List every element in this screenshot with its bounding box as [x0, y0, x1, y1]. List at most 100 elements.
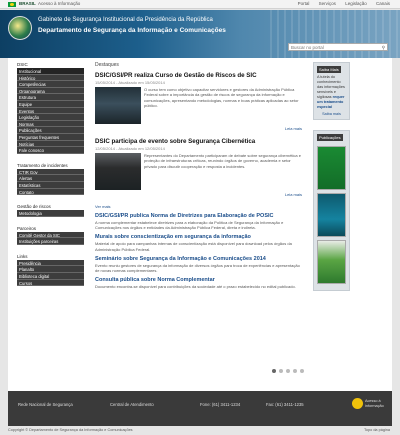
news-item: Consulta pública sobre Norma Complementa… [95, 277, 302, 289]
sidebar-item[interactable]: Metodologia [17, 210, 84, 217]
news-text: Material de apoio para campanhas interna… [95, 241, 292, 252]
sidebar-item[interactable]: Planalto [17, 266, 84, 274]
gov-links: Portal Serviços Legislação Canais [290, 1, 390, 6]
carousel-dot[interactable] [300, 369, 304, 373]
read-more-link[interactable]: Leia mais [95, 192, 302, 197]
search-input[interactable]: Buscar no portal ⚲ [288, 43, 388, 51]
sidebar-item[interactable]: Normas [17, 120, 84, 128]
sidebar-item[interactable]: Competências [17, 81, 84, 88]
footer-fax: Fax: (61) 3411-1235 [266, 402, 304, 407]
info-box-header: Saiba Mais [317, 66, 341, 73]
footer-phone: Fone: (61) 3411-1234 [200, 402, 241, 407]
left-sidebar: DSIC Institucional Histórico Competência… [17, 60, 84, 287]
sidebar-item[interactable]: Perguntas frequentes [17, 133, 84, 141]
access-info-icon[interactable] [352, 398, 363, 409]
sidebar-section-links: Links [17, 253, 28, 259]
back-to-top-link[interactable]: Topo da página [364, 428, 390, 432]
gsi-logo-icon[interactable] [8, 16, 32, 40]
sidebar-item[interactable]: Estatísticas [17, 181, 84, 189]
footer-network-link[interactable]: Rede Nacional de Segurança [18, 402, 73, 407]
featured-photo[interactable] [95, 153, 141, 190]
footer-service-link[interactable]: Central de Atendimento [110, 402, 154, 407]
highlights-heading: Destaques [95, 62, 119, 68]
featured-article: DSIC participa de evento sobre Segurança… [95, 138, 302, 197]
sidebar-section-incidents: Tratamento de incidentes [17, 162, 68, 168]
brazil-flag-icon[interactable] [8, 2, 16, 7]
featured-text: Representantes do Departamento participa… [144, 153, 301, 169]
sidebar-item[interactable]: Notícias [17, 140, 84, 148]
featured-title[interactable]: DSIC/GSI/PR realiza Curso de Gestão de R… [95, 72, 302, 79]
sidebar-item[interactable]: Institucional [17, 68, 84, 75]
news-text: A norma complementar estabelece diretriz… [95, 220, 284, 231]
sidebar-item[interactable]: Biblioteca digital [17, 273, 84, 280]
see-more-link[interactable]: Ver mais [95, 204, 302, 209]
sidebar-item[interactable]: Alertas [17, 175, 84, 182]
featured-article: DSIC/GSI/PR realiza Curso de Gestão de R… [95, 72, 302, 131]
sidebar-item[interactable]: Contato [17, 188, 84, 196]
sidebar-item[interactable]: Equipe [17, 100, 84, 108]
gov-link-services[interactable]: Serviços [319, 1, 336, 6]
bottom-bar: Copyright © Departamento de Segurança da… [0, 427, 400, 435]
featured-date: 15/05/2014 - Atualizado em 15/05/2014 [95, 80, 165, 85]
carousel-dot[interactable] [293, 369, 297, 373]
publications-box: Publicações [313, 130, 350, 291]
carousel-pagination [272, 369, 304, 373]
sidebar-section-risk: Gestão de riscos [17, 204, 51, 210]
gov-link-portal[interactable]: Portal [298, 1, 310, 6]
sidebar-item[interactable]: Organograma [17, 87, 84, 95]
sidebar-section-dsic: DSIC [17, 62, 28, 67]
sidebar-item[interactable]: Fale conosco [17, 147, 84, 154]
featured-photo[interactable] [95, 87, 141, 124]
sidebar-item[interactable]: Estrutura [17, 94, 84, 101]
read-more-link[interactable]: Leia mais [95, 126, 302, 131]
site-footer: Rede Nacional de Segurança Central de At… [8, 391, 392, 426]
copyright-text: Copyright © Departamento de Segurança da… [8, 428, 133, 432]
info-box-text: A tutela do conhecimento das informações… [317, 75, 346, 110]
news-text: Evento reuniu gestores de segurança da i… [95, 262, 300, 274]
news-title[interactable]: Seminário sobre Segurança da Informação … [95, 256, 302, 262]
government-bar: BRASIL Acesso à Informação Portal Serviç… [0, 0, 400, 9]
search-icon[interactable]: ⚲ [382, 45, 385, 51]
news-title[interactable]: Consulta pública sobre Norma Complementa… [95, 277, 302, 283]
main-content: Destaques DSIC/GSI/PR realiza Curso de G… [95, 62, 302, 289]
access-info-line1: Acesso à [365, 399, 381, 403]
carousel-dot[interactable] [286, 369, 290, 373]
info-box-link[interactable]: Saiba mais [317, 112, 346, 116]
sidebar-item[interactable]: Histórico [17, 74, 84, 82]
search-placeholder: Buscar no portal [291, 45, 324, 50]
sidebar-item[interactable]: CTIR Gov [17, 168, 84, 176]
header-title-line2: Departamento de Segurança da Informação … [38, 27, 226, 34]
publication-cover[interactable] [317, 146, 346, 190]
news-title[interactable]: DSIC/GSI/PR publica Norma de Diretrizes … [95, 213, 302, 219]
sidebar-section-partners: Parceiros [17, 225, 37, 231]
sidebar-item[interactable]: Eventos [17, 107, 84, 115]
sidebar-item[interactable]: Comitê Gestor da SIC [17, 231, 84, 239]
featured-title[interactable]: DSIC participa de evento sobre Segurança… [95, 138, 302, 145]
sidebar-item[interactable]: Publicações [17, 127, 84, 134]
brasil-link[interactable]: BRASIL [19, 1, 36, 6]
news-item: Murais sobre conscientização em seguranç… [95, 234, 302, 251]
news-text: Documento encontra-se disponível para co… [95, 284, 296, 290]
gov-link-channels[interactable]: Canais [376, 1, 390, 6]
access-info-link[interactable]: Acesso à Informação [38, 1, 80, 6]
publication-cover[interactable] [317, 240, 346, 284]
access-info-label[interactable]: Acesso à informação [365, 399, 384, 408]
gov-link-legislation[interactable]: Legislação [345, 1, 367, 6]
sidebar-item[interactable]: Cursos [17, 279, 84, 287]
news-item: DSIC/GSI/PR publica Norma de Diretrizes … [95, 213, 302, 230]
carousel-dot[interactable] [279, 369, 283, 373]
publications-header: Publicações [317, 134, 343, 141]
header-title-line1: Gabinete de Segurança Institucional da P… [38, 17, 213, 23]
access-info-line2: informação [365, 403, 384, 408]
info-box: Saiba Mais A tutela do conhecimento das … [313, 62, 350, 120]
carousel-dot[interactable] [272, 369, 276, 373]
sidebar-item[interactable]: Instituições parceiras [17, 238, 84, 245]
featured-text: O curso tem como objetivo capacitar serv… [144, 87, 299, 108]
news-title[interactable]: Murais sobre conscientização em seguranç… [95, 234, 302, 240]
featured-date: 12/05/2014 - Atualizado em 12/05/2014 [95, 146, 165, 151]
sidebar-item[interactable]: Legislação [17, 114, 84, 121]
publication-cover[interactable] [317, 193, 346, 237]
right-sidebar: Saiba Mais A tutela do conhecimento das … [313, 62, 350, 301]
news-item: Seminário sobre Segurança da Informação … [95, 256, 302, 273]
sidebar-item[interactable]: Presidência [17, 259, 84, 267]
